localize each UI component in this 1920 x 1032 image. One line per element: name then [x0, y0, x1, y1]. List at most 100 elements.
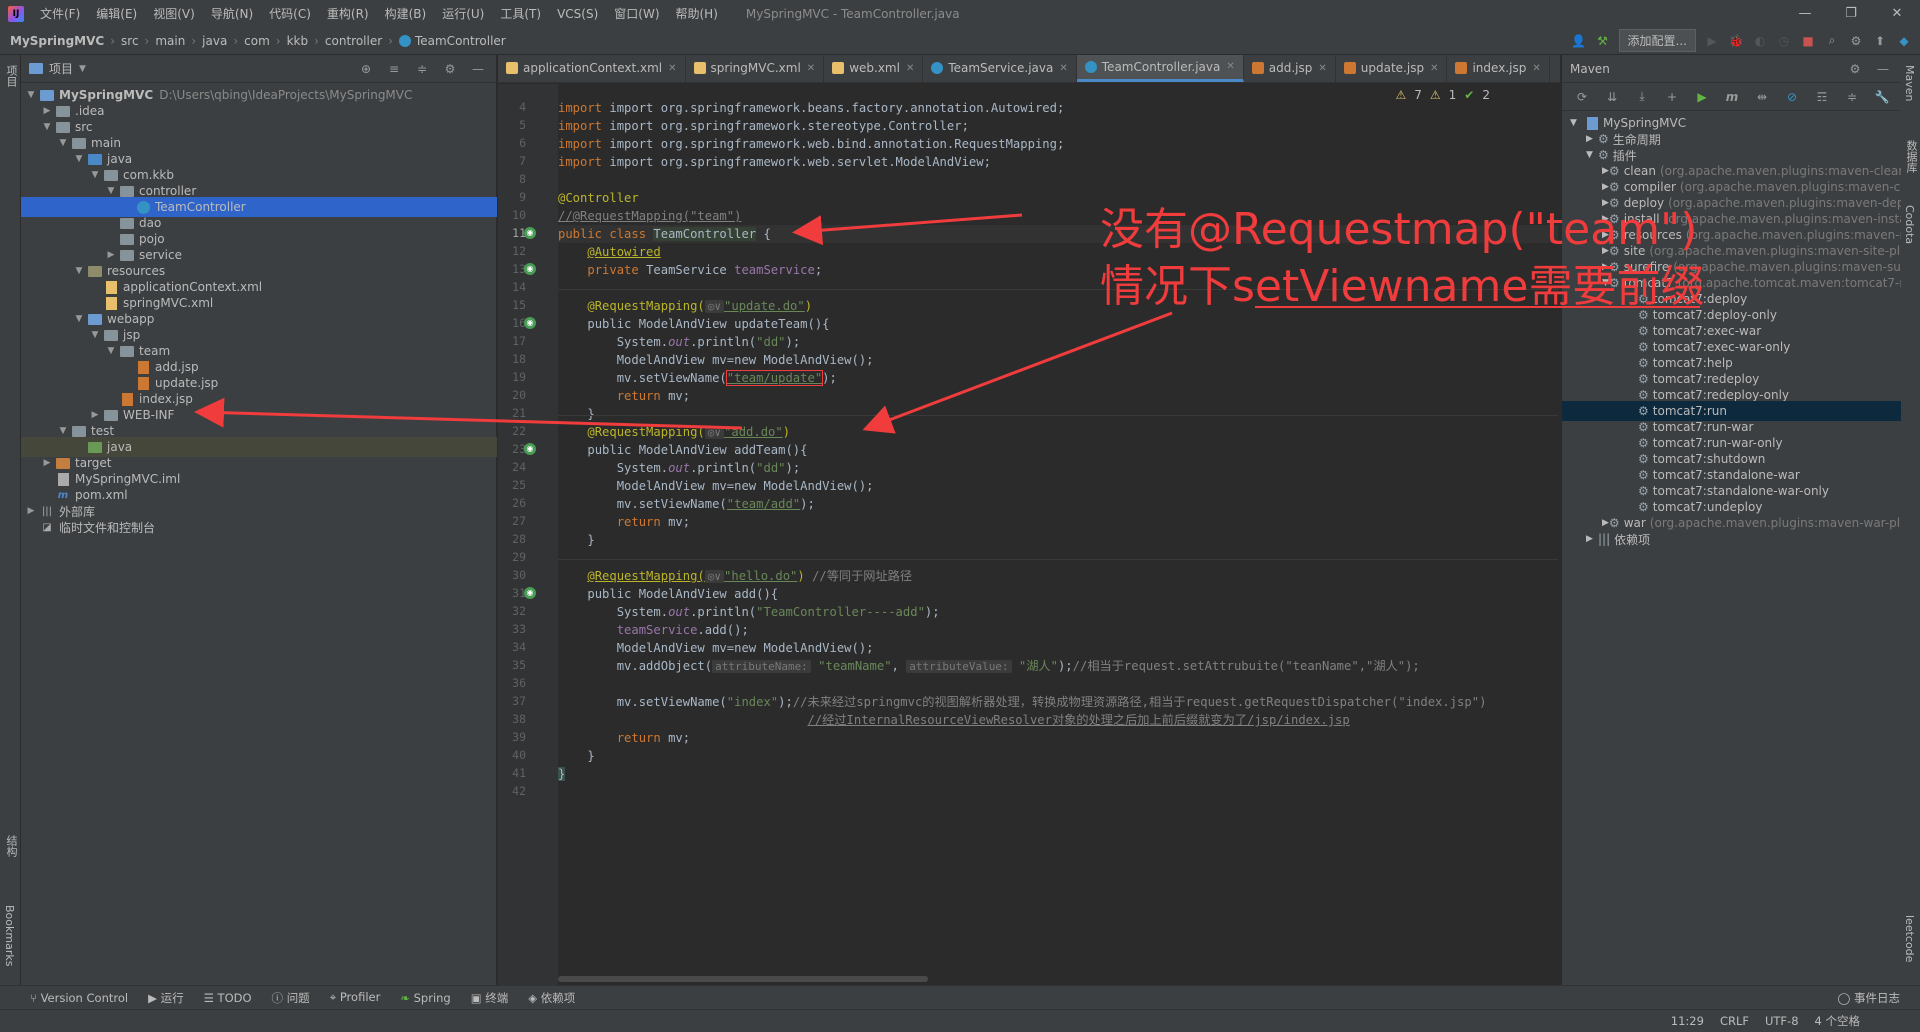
file-encoding[interactable]: UTF-8: [1765, 1014, 1799, 1028]
project-panel: 项目 ▼ ⊕ ≡ ≑ ⚙ — ▼ MySpringMVC D:\Users\qbin…: [21, 55, 497, 985]
minimize-icon[interactable]: —: [1782, 6, 1828, 21]
spring-button[interactable]: ❧ Spring: [400, 991, 450, 1005]
run-icon[interactable]: ▶: [1704, 33, 1720, 49]
caret-position[interactable]: 11:29: [1671, 1014, 1704, 1028]
code-line: import import org.springframework.web.bi…: [558, 137, 1065, 151]
event-log-icon: ◯: [1837, 990, 1854, 1005]
close-icon[interactable]: ✕: [1874, 6, 1920, 21]
breadcrumb-src[interactable]: src: [121, 34, 139, 48]
menu-code[interactable]: 代码(C): [261, 5, 319, 22]
breadcrumb-kkb[interactable]: kkb: [287, 34, 309, 48]
menu-view[interactable]: 视图(V): [145, 5, 203, 22]
event-log-button[interactable]: ◯ 事件日志: [1837, 990, 1900, 1006]
run-tool-button[interactable]: ▶ 运行: [148, 990, 184, 1006]
terminal-button[interactable]: ▣ 终端: [471, 990, 509, 1006]
tab-teamservice[interactable]: TeamService.java ✕: [923, 55, 1077, 82]
tab-add-jsp[interactable]: add.jsp ✕: [1244, 55, 1336, 82]
expand-all-icon[interactable]: ≡: [386, 61, 402, 77]
menu-help[interactable]: 帮助(H): [668, 5, 726, 22]
line-separator[interactable]: CRLF: [1720, 1014, 1749, 1028]
menu-run[interactable]: 运行(U): [434, 5, 492, 22]
user-icon[interactable]: 👤: [1571, 33, 1587, 49]
version-control-button[interactable]: ⑂ Version Control: [30, 991, 128, 1005]
structure-tool-label[interactable]: 结构: [3, 835, 19, 857]
build-hammer-icon[interactable]: ⚒: [1595, 33, 1611, 49]
indent-setting[interactable]: 4 个空格: [1815, 1013, 1860, 1029]
coverage-icon[interactable]: ◐: [1752, 33, 1768, 49]
tab-update-jsp[interactable]: update.jsp ✕: [1336, 55, 1448, 82]
collapse-all-icon[interactable]: ≑: [414, 61, 430, 77]
maven-panel-header: Maven ⚙ —: [1562, 55, 1901, 83]
tabs-overflow-chevron-icon[interactable]: ⌄: [1550, 55, 1560, 82]
leetcode-tool-label[interactable]: leetcode: [1903, 915, 1916, 962]
breadcrumb-main[interactable]: main: [155, 34, 185, 48]
breadcrumb-com[interactable]: com: [244, 34, 270, 48]
jetbrains-toolbox-icon[interactable]: ◆: [1896, 33, 1912, 49]
code-line: import import org.springframework.beans.…: [558, 101, 1065, 115]
toggle-offline-icon[interactable]: ⇹: [1754, 89, 1770, 105]
breadcrumb-class[interactable]: TeamController: [415, 34, 506, 48]
menu-refactor[interactable]: 重构(R): [319, 5, 377, 22]
debug-icon[interactable]: 🐞: [1728, 33, 1744, 49]
project-panel-title[interactable]: 项目: [49, 60, 73, 77]
intellij-logo-icon: IJ: [8, 5, 24, 22]
problems-button[interactable]: ⓘ 问题: [272, 990, 310, 1006]
breadcrumb-project[interactable]: MySpringMVC: [10, 34, 104, 48]
codota-tool-label[interactable]: Codota: [1903, 205, 1916, 244]
tab-index-jsp[interactable]: index.jsp ✕: [1447, 55, 1550, 82]
todo-button[interactable]: ☰ TODO: [204, 991, 252, 1005]
skip-tests-icon[interactable]: ⊘: [1784, 89, 1800, 105]
add-icon[interactable]: +: [1664, 89, 1680, 105]
menu-file[interactable]: 文件(F): [32, 5, 88, 22]
project-tool-label[interactable]: 项目: [3, 65, 19, 87]
menu-edit[interactable]: 编辑(E): [88, 5, 145, 22]
hide-panel-icon[interactable]: —: [1875, 61, 1891, 77]
wrench-icon[interactable]: 🔧: [1874, 89, 1890, 105]
close-tab-icon: ✕: [1532, 62, 1541, 74]
tab-teamcontroller[interactable]: TeamController.java ✕: [1076, 55, 1244, 82]
horizontal-scrollbar[interactable]: [558, 976, 928, 982]
menu-build[interactable]: 构建(B): [377, 5, 435, 22]
bookmarks-tool-label[interactable]: Bookmarks: [3, 905, 16, 966]
collapse-icon[interactable]: ≑: [1844, 89, 1860, 105]
tree-item-scratches[interactable]: ◪ 临时文件和控制台: [21, 517, 497, 537]
maven-settings-gear-icon[interactable]: ⚙: [1847, 61, 1863, 77]
breadcrumb-controller[interactable]: controller: [325, 34, 382, 48]
maven-dependencies[interactable]: ▶ ||| 依赖项: [1562, 529, 1902, 549]
locate-icon[interactable]: ⊕: [358, 61, 374, 77]
add-configuration-button[interactable]: 添加配置...: [1618, 29, 1696, 52]
chevron-down-icon[interactable]: ▼: [79, 64, 86, 74]
close-tab-icon: ✕: [806, 62, 816, 74]
menu-window[interactable]: 窗口(W): [606, 5, 667, 22]
download-icon[interactable]: ⤓: [1634, 89, 1650, 105]
database-tool-label[interactable]: 数据库: [1903, 140, 1919, 173]
menu-vcs[interactable]: VCS(S): [549, 7, 606, 21]
code-view[interactable]: import import org.springframework.beans.…: [498, 84, 1560, 985]
stop-icon[interactable]: ■: [1800, 33, 1816, 49]
code-line: System.out.println("TeamController----ad…: [616, 605, 940, 619]
tab-web-xml[interactable]: web.xml ✕: [824, 55, 924, 82]
generate-sources-icon[interactable]: ⇊: [1604, 89, 1620, 105]
menu-navigate[interactable]: 导航(N): [203, 5, 261, 22]
profile-icon[interactable]: ◷: [1776, 33, 1792, 49]
maven-tool-label[interactable]: Maven: [1903, 65, 1916, 101]
search-icon[interactable]: ⌕: [1824, 33, 1840, 49]
hide-panel-icon[interactable]: —: [470, 61, 486, 77]
restore-icon[interactable]: ❐: [1828, 6, 1874, 21]
title-bar: IJ 文件(F) 编辑(E) 视图(V) 导航(N) 代码(C) 重构(R) 构…: [0, 0, 1920, 27]
show-dependencies-icon[interactable]: ☶: [1814, 89, 1830, 105]
execute-goal-icon[interactable]: m: [1724, 89, 1740, 105]
update-icon[interactable]: ⬆: [1872, 33, 1888, 49]
settings-gear-icon[interactable]: ⚙: [1848, 33, 1864, 49]
tab-applicationcontext[interactable]: applicationContext.xml ✕: [498, 55, 686, 82]
code-line: import import org.springframework.web.se…: [558, 155, 991, 169]
profiler-button[interactable]: ⌖ Profiler: [330, 990, 381, 1005]
breadcrumb-java[interactable]: java: [202, 34, 227, 48]
run-maven-icon[interactable]: ▶: [1694, 89, 1710, 105]
panel-settings-icon[interactable]: ⚙: [442, 61, 458, 77]
right-tool-strip: Maven 数据库 Codota leetcode: [1901, 55, 1920, 985]
dependencies-button[interactable]: ◈ 依赖项: [528, 990, 575, 1006]
tab-springmvc-xml[interactable]: springMVC.xml ✕: [686, 55, 825, 82]
menu-tools[interactable]: 工具(T): [492, 5, 549, 22]
reload-icon[interactable]: ⟳: [1574, 89, 1590, 105]
